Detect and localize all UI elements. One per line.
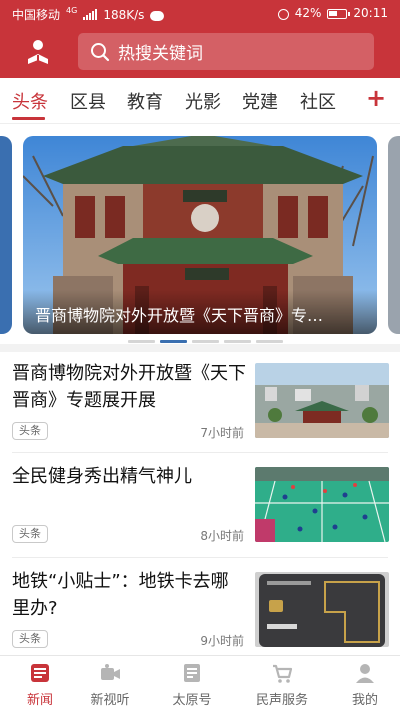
news-tag: 头条 [12,630,48,648]
news-item[interactable]: 晋商博物院对外开放暨《天下晋商》专题展开展 头条 7小时前 [0,352,400,452]
nav-news[interactable]: 新闻 [0,656,80,711]
tab-photo[interactable]: 光影 [185,88,221,114]
carousel-dot[interactable] [224,340,251,343]
news-item[interactable]: 全民健身秀出精气神儿 头条 8小时前 [0,453,400,557]
signal-icon [83,9,98,20]
battery-icon [327,9,351,19]
bottom-navigation: 新闻 新视听 太原号 民声服务 我的 [0,655,400,711]
search-placeholder: 热搜关键词 [118,44,203,64]
app-header: 中国移动 4G 188K/s 42% 20:11 热搜关键词 [0,0,400,78]
carousel-dot[interactable] [256,340,283,343]
profile-icon [356,664,374,683]
video-icon [101,664,120,680]
speed-label: 188K/s [103,7,145,22]
tab-party[interactable]: 党建 [242,88,278,114]
nav-label: 太原号 [172,693,212,708]
news-thumbnail [255,363,389,438]
tab-district[interactable]: 区县 [70,88,106,114]
user-reading-icon[interactable] [24,38,52,66]
nav-label: 新视听 [90,693,130,708]
news-item[interactable]: 地铁“小贴士”：地铁卡去哪里办? 头条 9小时前 [0,558,400,654]
nav-public-service[interactable]: 民声服务 [242,656,322,711]
tab-headline[interactable]: 头条 [12,88,48,114]
search-bar[interactable]: 热搜关键词 [78,33,374,70]
banner-slide[interactable]: 晋商博物院对外开放暨《天下晋商》专… [23,136,377,334]
news-title: 地铁“小贴士”：地铁卡去哪里办? [12,571,229,619]
carousel-dot[interactable] [192,340,219,343]
network-label: 4G [66,6,78,15]
news-title: 全民健身秀出精气神儿 [12,466,192,487]
news-time: 8小时前 [200,529,244,543]
carousel-dot[interactable] [128,340,155,343]
previous-slide-peek[interactable] [0,136,12,334]
status-bar: 中国移动 4G 188K/s 42% 20:11 [0,0,400,28]
nav-label: 新闻 [26,693,53,708]
nav-mine[interactable]: 我的 [325,656,400,711]
banner-caption: 晋商博物院对外开放暨《天下晋商》专… [35,306,324,325]
clock: 20:11 [353,6,388,20]
banner-carousel: 晋商博物院对外开放暨《天下晋商》专… [0,124,400,346]
message-icon [150,10,165,21]
add-channel-button[interactable]: + [366,84,386,112]
cart-icon [273,664,293,683]
news-icon [31,664,49,682]
carousel-indicator [128,340,283,343]
news-thumbnail [255,572,389,647]
carousel-dot-active[interactable] [160,340,187,343]
carrier-label: 中国移动 [12,8,61,22]
nav-taiyuan-account[interactable]: 太原号 [152,656,232,711]
nav-label: 我的 [351,693,378,708]
search-icon [91,42,110,61]
nav-video[interactable]: 新视听 [70,656,150,711]
account-icon [184,664,200,682]
news-time: 9小时前 [200,634,244,648]
channel-tabs: 头条 区县 教育 光影 党建 社区 + [0,78,400,124]
tab-education[interactable]: 教育 [127,88,163,114]
news-time: 7小时前 [200,426,244,440]
banner-caption-overlay: 晋商博物院对外开放暨《天下晋商》专… [23,290,377,334]
nav-label: 民声服务 [255,693,308,708]
battery-percent: 42% [294,6,322,20]
news-tag: 头条 [12,525,48,543]
alarm-icon [277,8,289,20]
active-tab-indicator [12,117,45,120]
news-title: 晋商博物院对外开放暨《天下晋商》专题展开展 [12,363,246,411]
tab-community[interactable]: 社区 [300,88,336,114]
news-thumbnail [255,467,389,542]
section-separator [0,344,400,352]
news-tag: 头条 [12,422,48,440]
next-slide-peek[interactable] [388,136,400,334]
